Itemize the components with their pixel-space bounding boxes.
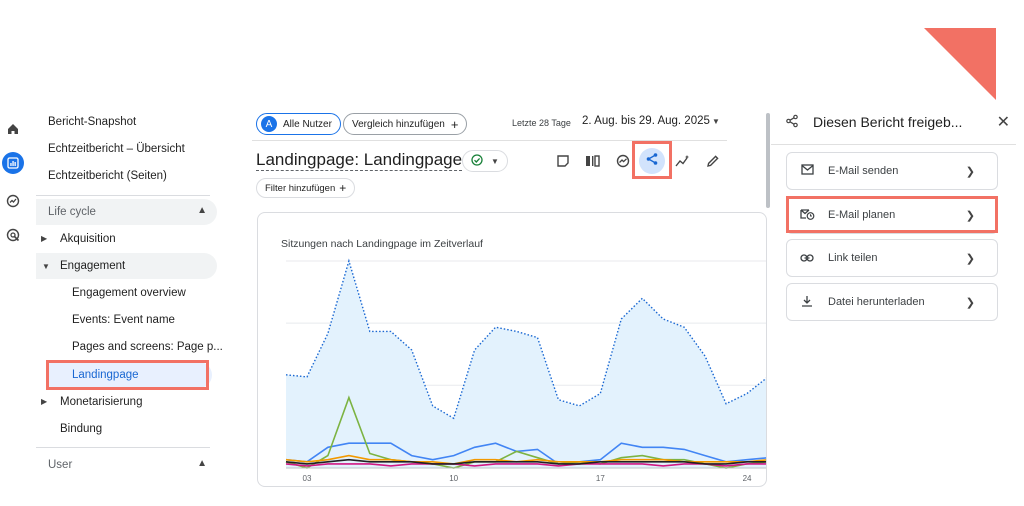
x-tick-label: 03 bbox=[303, 474, 312, 483]
chevron-up-icon: ▲ bbox=[197, 205, 207, 216]
add-filter-button[interactable]: Filter hinzufügen + bbox=[256, 178, 356, 198]
chevron-right-icon: ❯ bbox=[965, 252, 975, 265]
nav-pages-screens[interactable]: Pages and screens: Page p... bbox=[72, 337, 223, 357]
report-main: A Alle Nutzer Vergleich hinzufügen + Let… bbox=[252, 108, 767, 487]
chart-card: Sitzungen nach Landingpage im Zeitverlau… bbox=[257, 212, 767, 487]
share-link-label: Link teilen bbox=[828, 252, 878, 264]
share-icon bbox=[645, 152, 659, 171]
nav-realtime-pages[interactable]: Echtzeitbericht (Seiten) bbox=[48, 166, 167, 186]
share-panel: Diesen Bericht freigeb... ✕ E-Mail sende… bbox=[771, 100, 1016, 482]
close-icon[interactable]: ✕ bbox=[997, 112, 1010, 132]
x-tick-label: 10 bbox=[449, 474, 458, 483]
page-title: Landingpage: Landingpage bbox=[256, 150, 463, 171]
home-icon[interactable] bbox=[4, 120, 22, 138]
main-scrollbar[interactable] bbox=[766, 113, 770, 208]
segment-chip[interactable]: A Alle Nutzer bbox=[256, 113, 341, 135]
chevron-down-icon: ▼ bbox=[42, 262, 50, 271]
explore-icon[interactable] bbox=[4, 192, 22, 210]
send-email-label: E-Mail senden bbox=[828, 165, 899, 177]
nav-monetization[interactable]: Monetarisierung bbox=[60, 392, 142, 412]
download-file-label: Datei herunterladen bbox=[828, 296, 925, 308]
nav-report-snapshot[interactable]: Bericht-Snapshot bbox=[48, 112, 136, 132]
highlight-box-schedule-email bbox=[786, 196, 998, 233]
nav-events[interactable]: Events: Event name bbox=[72, 310, 175, 330]
date-range-label[interactable]: Letzte 28 Tage bbox=[512, 118, 571, 128]
advertising-icon[interactable] bbox=[4, 226, 22, 244]
note-icon[interactable] bbox=[552, 150, 574, 172]
x-tick-label: 24 bbox=[743, 474, 752, 483]
series-area-0 bbox=[286, 261, 766, 468]
share-panel-divider bbox=[771, 144, 1016, 145]
segment-label: Alle Nutzer bbox=[283, 118, 332, 130]
nav-engagement-overview[interactable]: Engagement overview bbox=[72, 283, 186, 303]
link-icon bbox=[800, 251, 814, 265]
highlight-box-landingpage bbox=[46, 360, 209, 390]
nav-engagement: Engagement bbox=[60, 260, 126, 272]
download-file-option[interactable]: Datei herunterladen ❯ bbox=[786, 283, 998, 321]
section-life-cycle[interactable]: Life cycle ▲ bbox=[36, 199, 217, 225]
share-button[interactable] bbox=[639, 148, 665, 174]
send-email-option[interactable]: E-Mail senden ❯ bbox=[786, 152, 998, 190]
compare-icon[interactable] bbox=[582, 150, 604, 172]
sparkle-insights-icon[interactable] bbox=[672, 150, 694, 172]
reports-icon[interactable] bbox=[2, 152, 24, 174]
chevron-down-icon: ▼ bbox=[491, 156, 499, 166]
download-icon bbox=[800, 295, 814, 310]
corner-triangle-decoration bbox=[924, 28, 996, 100]
sidebar-divider bbox=[36, 195, 210, 196]
section-life-cycle-label: Life cycle bbox=[48, 206, 96, 218]
sidebar-divider bbox=[36, 447, 210, 448]
date-dropdown-icon[interactable]: ▼ bbox=[712, 117, 720, 126]
share-panel-header: Diesen Bericht freigeb... ✕ bbox=[785, 112, 1010, 132]
report-status-button[interactable]: ▼ bbox=[462, 150, 508, 172]
check-circle-icon bbox=[471, 153, 483, 169]
section-user-label: User bbox=[48, 459, 73, 471]
plus-icon: + bbox=[450, 116, 459, 132]
share-icon bbox=[785, 114, 799, 131]
insights-icon[interactable] bbox=[612, 150, 634, 172]
chevron-right-icon: ❯ bbox=[965, 296, 975, 309]
plus-icon: + bbox=[339, 181, 347, 195]
line-chart: 03 10 17 24 bbox=[285, 258, 766, 483]
nav-retention[interactable]: Bindung bbox=[60, 419, 102, 439]
date-range-value[interactable]: 2. Aug. bis 29. Aug. 2025 bbox=[582, 115, 710, 127]
chevron-right-icon: ❯ bbox=[965, 165, 975, 178]
share-panel-title: Diesen Bericht freigeb... bbox=[813, 114, 963, 130]
nav-engagement-group[interactable]: ▼ Engagement bbox=[36, 253, 217, 279]
x-tick-label: 17 bbox=[596, 474, 605, 483]
chevron-right-icon: ▶ bbox=[41, 234, 48, 243]
share-link-option[interactable]: Link teilen ❯ bbox=[786, 239, 998, 277]
chevron-up-icon: ▲ bbox=[197, 458, 207, 469]
chevron-right-icon: ▶ bbox=[41, 397, 48, 406]
add-filter-label: Filter hinzufügen bbox=[265, 182, 336, 194]
segment-avatar: A bbox=[261, 116, 277, 132]
ga-report-page: Bericht-Snapshot Echtzeitbericht – Übers… bbox=[0, 0, 1024, 506]
nav-acquisition[interactable]: Akquisition bbox=[60, 229, 116, 249]
add-comparison-button[interactable]: Vergleich hinzufügen + bbox=[343, 113, 468, 135]
nav-realtime-overview[interactable]: Echtzeitbericht – Übersicht bbox=[48, 139, 185, 159]
section-user[interactable]: User ▲ bbox=[36, 452, 217, 478]
edit-icon[interactable] bbox=[702, 150, 724, 172]
reports-sidebar: Bericht-Snapshot Echtzeitbericht – Übers… bbox=[33, 112, 223, 482]
mail-icon bbox=[800, 164, 814, 178]
add-comparison-label: Vergleich hinzufügen bbox=[352, 118, 445, 130]
